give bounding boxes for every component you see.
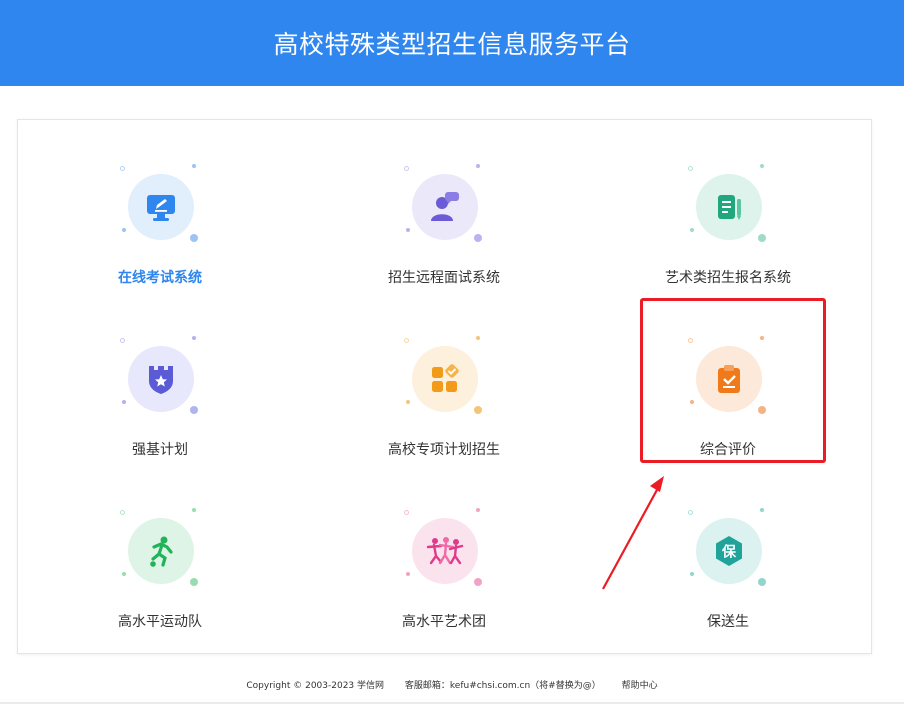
dancers-icon (412, 518, 478, 584)
tile-remote-interview[interactable]: 招生远程面试系统 (324, 138, 564, 288)
tile-comprehensive-evaluation[interactable]: 综合评价 (608, 310, 848, 460)
tile-art-troupe[interactable]: 高水平艺术团 (324, 482, 564, 632)
tile-online-exam[interactable]: 在线考试系统 (40, 138, 280, 288)
tile-label: 综合评价 (700, 442, 756, 458)
tile-label: 在线考试系统 (118, 270, 202, 286)
tile-label: 保送生 (707, 614, 749, 630)
shield-star-icon (128, 346, 194, 412)
tile-sports-team[interactable]: 高水平运动队 (40, 482, 280, 632)
tile-label: 招生远程面试系统 (388, 270, 500, 286)
footer-copyright: Copyright © 2003-2023 学信网 (246, 681, 385, 691)
footer-email: 客服邮箱：kefu#chsi.com.cn（将#替换为@） (404, 681, 601, 691)
page-header: 高校特殊类型招生信息服务平台 (0, 0, 904, 86)
help-center-link[interactable]: 帮助中心 (622, 681, 658, 691)
document-pen-icon (696, 174, 762, 240)
svg-text:保: 保 (721, 544, 737, 561)
runner-icon (128, 518, 194, 584)
tile-label: 高水平艺术团 (402, 614, 486, 630)
tile-recommended-students[interactable]: 保 保送生 (608, 482, 848, 632)
tile-label: 艺术类招生报名系统 (665, 270, 791, 286)
tile-label: 高水平运动队 (118, 614, 202, 630)
bao-badge-icon: 保 (696, 518, 762, 584)
footer: Copyright © 2003-2023 学信网 客服邮箱：kefu#chsi… (0, 678, 904, 694)
monitor-edit-icon (128, 174, 194, 240)
tile-special-plan[interactable]: 高校专项计划招生 (324, 310, 564, 460)
tile-art-registration[interactable]: 艺术类招生报名系统 (608, 138, 848, 288)
tile-strong-base-plan[interactable]: 强基计划 (40, 310, 280, 460)
interview-person-icon (412, 174, 478, 240)
tile-label: 强基计划 (132, 442, 188, 458)
system-grid-panel: 在线考试系统 招生远程面试系统 艺术类招生报名系统 强基计划 高校专项计划招生 … (17, 119, 872, 654)
apps-check-icon (412, 346, 478, 412)
tile-label: 高校专项计划招生 (388, 442, 500, 458)
page-title: 高校特殊类型招生信息服务平台 (273, 30, 631, 59)
clipboard-check-icon (696, 346, 762, 412)
